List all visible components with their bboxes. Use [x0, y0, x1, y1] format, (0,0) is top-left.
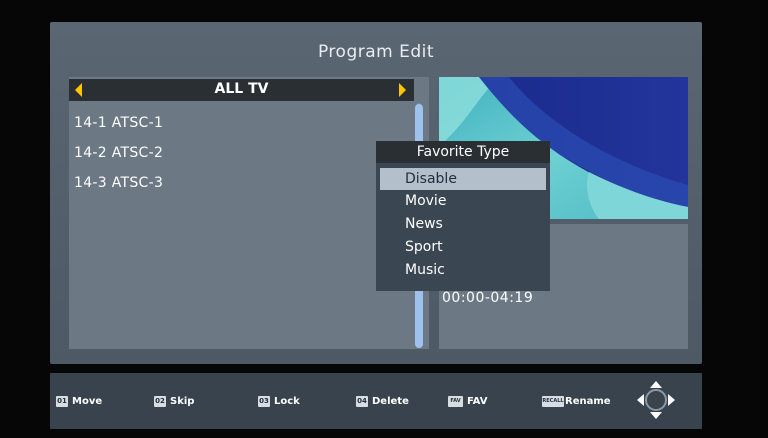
recall-key-icon: RECALL	[542, 396, 564, 407]
arrow-right-icon[interactable]	[399, 83, 406, 97]
channel-item[interactable]: 14-1 ATSC-1	[74, 115, 163, 131]
key-01-icon: 01	[56, 396, 68, 407]
dpad-icon	[633, 377, 679, 423]
key-label: Move	[72, 396, 103, 407]
key-hint-bar: 01 Move 02 Skip 03 Lock 04 Delete FAV FA…	[50, 373, 702, 429]
favorite-option-music[interactable]: Music	[380, 259, 546, 281]
key-04-icon: 04	[356, 396, 368, 407]
key-label: Lock	[274, 396, 300, 407]
group-selector[interactable]: ALL TV	[69, 79, 414, 101]
fav-key-icon: FAV	[448, 396, 463, 407]
favorite-option-disable[interactable]: Disable	[380, 168, 546, 190]
favorite-option-sport[interactable]: Sport	[380, 236, 546, 258]
favorite-option-news[interactable]: News	[380, 213, 546, 235]
key-label: FAV	[467, 396, 488, 407]
key-label: Skip	[170, 396, 195, 407]
group-label: ALL TV	[214, 81, 269, 97]
key-hint-move[interactable]: 01 Move	[56, 395, 102, 408]
key-label: Delete	[372, 396, 409, 407]
channel-item[interactable]: 14-2 ATSC-2	[74, 145, 163, 161]
key-hint-fav[interactable]: FAV FAV	[448, 395, 487, 408]
channel-item[interactable]: 14-3 ATSC-3	[74, 175, 163, 191]
key-02-icon: 02	[154, 396, 166, 407]
favorite-type-popup: Favorite Type Disable Movie News Sport M…	[376, 141, 550, 291]
program-edit-panel: Program Edit ALL TV 14-1 ATSC-1 14-2 ATS…	[50, 22, 702, 364]
popup-title: Favorite Type	[376, 141, 550, 163]
duration-text: 00:00-04:19	[442, 290, 534, 306]
key-label: Rename	[565, 396, 611, 407]
key-hint-lock[interactable]: 03 Lock	[258, 395, 300, 408]
channel-list: ALL TV 14-1 ATSC-1 14-2 ATSC-2 14-3 ATSC…	[69, 77, 429, 349]
key-03-icon: 03	[258, 396, 270, 407]
favorite-option-movie[interactable]: Movie	[380, 190, 546, 212]
key-hint-delete[interactable]: 04 Delete	[356, 395, 409, 408]
key-hint-rename[interactable]: RECALL Rename	[542, 395, 611, 408]
key-hint-skip[interactable]: 02 Skip	[154, 395, 194, 408]
page-title: Program Edit	[317, 42, 435, 62]
